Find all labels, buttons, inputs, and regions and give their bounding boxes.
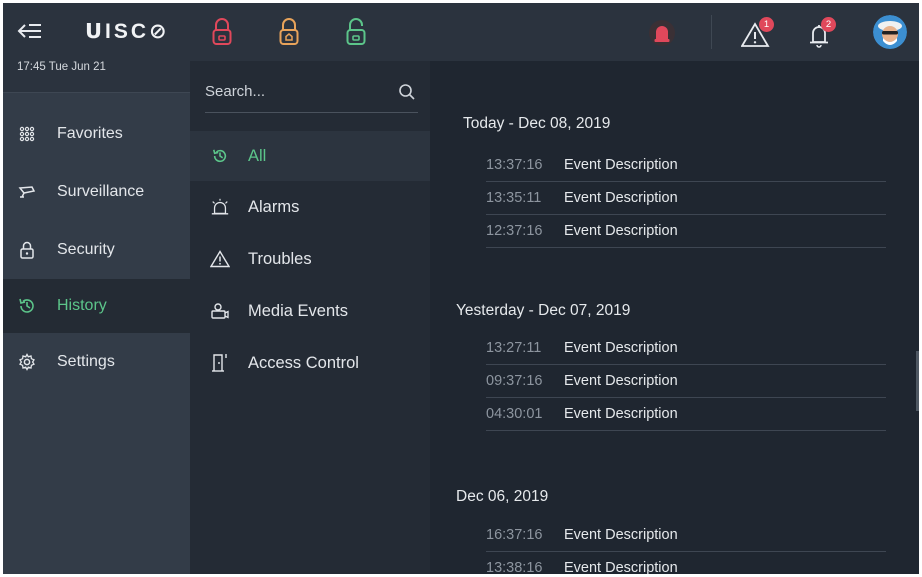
sidebar-item-label: Surveillance xyxy=(57,183,145,200)
list-item[interactable]: 04:30:01 Event Description xyxy=(486,398,886,431)
grid-dots-icon xyxy=(17,124,37,144)
filter-alarms[interactable]: Alarms xyxy=(190,181,430,233)
group-title: Dec 06, 2019 xyxy=(456,488,549,505)
list-item[interactable]: 13:35:11 Event Description xyxy=(486,182,886,215)
brand-area: ᑌISC⊘ 17:45 Tue Jun 21 xyxy=(3,3,190,93)
lock-home-icon[interactable] xyxy=(278,17,300,47)
search-box xyxy=(205,77,418,113)
list-item[interactable]: 13:38:16 Event Description xyxy=(486,552,886,574)
filter-label: Media Events xyxy=(248,301,348,320)
scrollbar[interactable] xyxy=(916,351,919,411)
sidebar-item-settings[interactable]: Settings xyxy=(3,333,190,391)
event-description: Event Description xyxy=(564,223,678,239)
list-item[interactable]: 13:37:16 Event Description xyxy=(486,149,886,182)
lock-closed-icon[interactable] xyxy=(211,17,233,47)
history-list: Today - Dec 08, 2019 13:37:16 Event Desc… xyxy=(430,61,919,574)
event-time: 12:37:16 xyxy=(486,223,543,239)
filter-access-control[interactable]: Access Control xyxy=(190,337,430,389)
event-description: Event Description xyxy=(564,157,678,173)
event-time: 16:37:16 xyxy=(486,527,543,543)
sidebar-item-label: Security xyxy=(57,241,115,258)
filter-media-events[interactable]: Media Events xyxy=(190,285,430,337)
filter-list: All Alarms Troubles Media Events Access … xyxy=(190,131,430,389)
door-icon xyxy=(210,353,230,373)
list-item[interactable]: 13:27:11 Event Description xyxy=(486,332,886,365)
siren-icon[interactable] xyxy=(646,17,678,49)
group-title: Today - Dec 08, 2019 xyxy=(463,115,611,132)
troubles-badge: 1 xyxy=(759,17,774,32)
event-time: 13:27:11 xyxy=(486,340,542,356)
notifications-button[interactable]: 2 xyxy=(805,17,837,49)
filter-label: Alarms xyxy=(248,197,300,216)
risco-logo: ᑌISC⊘ xyxy=(85,20,170,43)
event-time: 13:38:16 xyxy=(486,560,543,574)
media-icon xyxy=(210,301,230,321)
filter-troubles[interactable]: Troubles xyxy=(190,233,430,285)
search-icon[interactable] xyxy=(398,83,416,101)
list-item[interactable]: 12:37:16 Event Description xyxy=(486,215,886,248)
event-description: Event Description xyxy=(564,527,678,543)
sidebar-nav: Favorites Surveillance Security History xyxy=(3,105,190,391)
history-icon xyxy=(17,296,37,316)
troubles-button[interactable]: 1 xyxy=(740,17,774,49)
event-description: Event Description xyxy=(564,560,678,574)
event-time: 13:37:16 xyxy=(486,157,543,173)
lock-icon xyxy=(17,240,37,260)
sidebar-item-history[interactable]: History xyxy=(3,279,190,333)
back-arrow-icon[interactable] xyxy=(17,21,43,41)
list-item[interactable]: 09:37:16 Event Description xyxy=(486,365,886,398)
filter-label: Troubles xyxy=(248,249,312,268)
app-frame: ᑌISC⊘ 17:45 Tue Jun 21 Favorites Surveil… xyxy=(3,3,919,574)
event-description: Event Description xyxy=(564,406,678,422)
sidebar-item-security[interactable]: Security xyxy=(3,221,190,279)
history-icon xyxy=(210,146,230,166)
event-time: 04:30:01 xyxy=(486,406,543,422)
warning-icon xyxy=(210,249,230,269)
camera-icon xyxy=(17,182,37,202)
list-item[interactable]: 16:37:16 Event Description xyxy=(486,519,886,552)
sidebar-item-label: Settings xyxy=(57,353,115,370)
header-divider xyxy=(711,15,712,49)
clock: 17:45 Tue Jun 21 xyxy=(17,61,106,73)
filter-all[interactable]: All xyxy=(190,131,430,181)
event-description: Event Description xyxy=(564,340,678,356)
top-bar: 1 2 xyxy=(190,3,919,61)
event-description: Event Description xyxy=(564,373,678,389)
filter-panel: All Alarms Troubles Media Events xyxy=(190,3,430,574)
sidebar-item-label: Favorites xyxy=(57,125,123,142)
sidebar: ᑌISC⊘ 17:45 Tue Jun 21 Favorites Surveil… xyxy=(3,3,190,574)
sidebar-item-surveillance[interactable]: Surveillance xyxy=(3,163,190,221)
notifications-badge: 2 xyxy=(821,17,836,32)
group-title: Yesterday - Dec 07, 2019 xyxy=(456,302,631,319)
sidebar-item-label: History xyxy=(57,297,107,314)
event-time: 09:37:16 xyxy=(486,373,543,389)
event-description: Event Description xyxy=(564,190,678,206)
filter-label: Access Control xyxy=(248,353,359,372)
gear-icon xyxy=(17,352,37,372)
filter-label: All xyxy=(248,146,267,165)
sidebar-item-favorites[interactable]: Favorites xyxy=(3,105,190,163)
lock-open-icon[interactable] xyxy=(345,17,367,47)
avatar[interactable] xyxy=(873,15,907,49)
event-time: 13:35:11 xyxy=(486,190,542,206)
alarm-icon xyxy=(210,197,230,217)
search-input[interactable] xyxy=(205,77,385,105)
